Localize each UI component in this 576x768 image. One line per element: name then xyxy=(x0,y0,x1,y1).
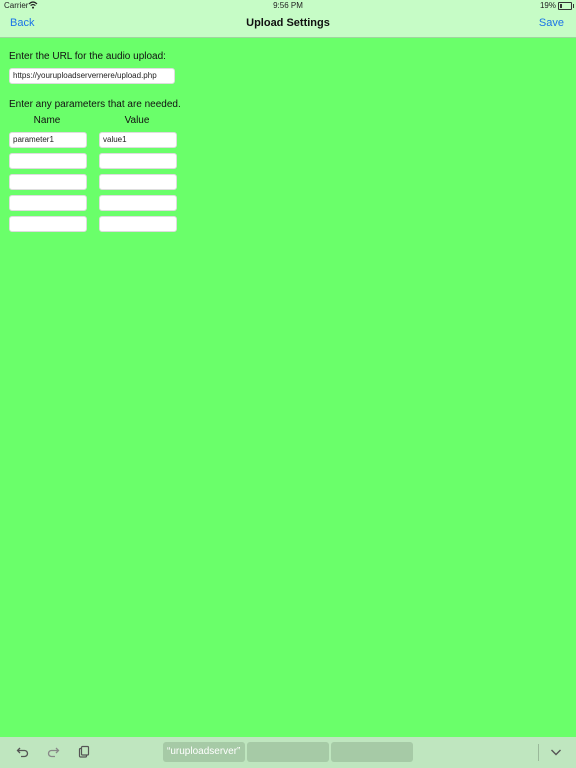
paste-icon[interactable] xyxy=(77,745,91,759)
battery-icon xyxy=(558,2,574,10)
parameter-value-field-2[interactable] xyxy=(99,153,177,169)
page-title: Upload Settings xyxy=(246,17,330,29)
suggestion-2[interactable] xyxy=(247,742,329,762)
suggestion-1[interactable]: “uruploadserver” xyxy=(163,742,245,762)
parameter-name-field-5[interactable] xyxy=(9,216,87,232)
parameter-value-field-1[interactable]: value1 xyxy=(99,132,177,148)
save-button[interactable]: Save xyxy=(539,17,564,29)
parameter-name-field-4[interactable] xyxy=(9,195,87,211)
parameter-name-field-1[interactable]: parameter1 xyxy=(9,132,87,148)
parameter-name-field-2[interactable] xyxy=(9,153,87,169)
keyboard-shortcut-bar: “uruploadserver” xyxy=(0,737,576,768)
parameter-value-field-4[interactable] xyxy=(99,195,177,211)
status-bar: Carrier 9:56 PM 19% xyxy=(0,0,576,12)
status-time: 9:56 PM xyxy=(273,1,303,10)
navigation-bar: Back Upload Settings Save xyxy=(0,12,576,38)
parameter-value-field-3[interactable] xyxy=(99,174,177,190)
url-label: Enter the URL for the audio upload: xyxy=(9,51,166,62)
undo-icon[interactable] xyxy=(16,745,30,759)
parameter-name-field-3[interactable] xyxy=(9,174,87,190)
battery-fill xyxy=(560,4,562,8)
toolbar-divider xyxy=(538,744,539,761)
battery-percent: 19% xyxy=(539,1,556,10)
chevron-down-icon[interactable] xyxy=(549,745,563,759)
value-column-header: Value xyxy=(124,115,150,126)
redo-icon[interactable] xyxy=(46,745,60,759)
parameter-value-field-5[interactable] xyxy=(99,216,177,232)
name-column-header: Name xyxy=(33,115,61,126)
parameters-label: Enter any parameters that are needed. xyxy=(9,99,181,110)
url-input[interactable]: https://youruploadservernere/upload.php xyxy=(9,68,175,84)
suggestion-3[interactable] xyxy=(331,742,413,762)
